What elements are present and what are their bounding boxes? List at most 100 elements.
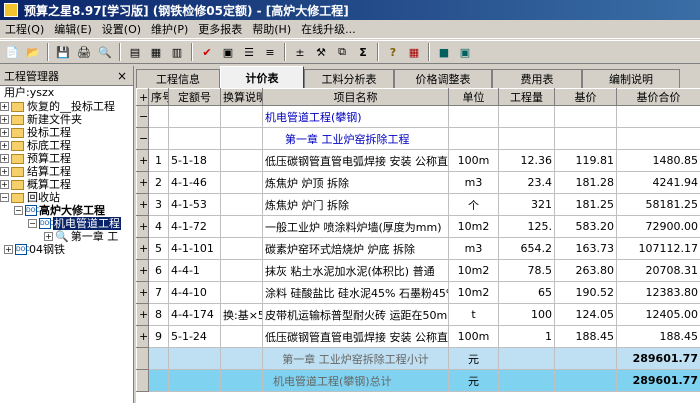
tab-notes[interactable]: 编制说明 [582,69,680,88]
doc-icon: DOC [15,244,30,255]
expand-icon[interactable]: + [0,154,9,163]
collapse-icon[interactable]: − [14,206,23,215]
doc-icon: DOC [25,205,40,216]
tree-item-recycle[interactable]: − 回收站 [0,191,133,204]
col-qty[interactable]: 工程量 [498,88,555,106]
tab-fees[interactable]: 费用表 [492,69,582,88]
check-icon[interactable]: ✔ [198,43,216,61]
subtotal-unit: 元 [448,347,499,370]
menu-bar: 工程(Q) 编辑(E) 设置(O) 维护(P) 更多报表 帮助(H) 在线升级.… [0,20,700,39]
grand-total-row[interactable]: 机电管道工程(攀钢)总计 元 289601.77 [136,369,700,392]
menu-help[interactable]: 帮助(H) [247,21,296,37]
list-icon[interactable]: ☰ [240,43,258,61]
expand-icon[interactable]: + [44,232,53,241]
tree-item-chapter[interactable]: + 🔍 第一章 工 [0,230,133,243]
col-unit[interactable]: 单位 [448,88,499,106]
table-row[interactable]: +84-4-174换:基×5皮带机运输标普型耐火砖 运距在50m以内t10012… [136,303,700,326]
window-title: 预算之星8.97[学习版] (钢铁检修05定额) - [高炉大修工程] [24,3,349,18]
tab-project-info[interactable]: 工程信息 [136,69,220,88]
col-seq[interactable]: 序号 [148,88,169,106]
table-row[interactable]: +74-4-10涂料 硅酸盐比 硅水泥45% 石墨粉45% 石10m265190… [136,281,700,304]
col-total[interactable]: 基价合价 [616,88,700,106]
tree-item-project[interactable]: − DOC 高炉大修工程 [0,204,133,217]
tree-item-recovered[interactable]: + 恢复的__投标工程 [0,100,133,113]
table-row[interactable]: +3 4-1-53 炼焦炉 炉门 拆除个 321 181.25 58181.25 [136,193,700,216]
exit-icon[interactable]: ▣ [456,43,474,61]
tree-item-new-folder[interactable]: + 新建文件夹 [0,113,133,126]
collapse-icon[interactable]: − [28,219,37,228]
folder-icon [11,114,24,125]
app-icon [4,3,18,17]
folder-icon [11,192,24,203]
tab-material-analysis[interactable]: 工料分析表 [304,69,394,88]
tree-item-subproject[interactable]: − DOC 机电管道工程 [0,217,133,230]
menu-maintain[interactable]: 维护(P) [146,21,193,37]
folder-icon [11,166,24,177]
expand-icon[interactable]: + [0,102,9,111]
col-code[interactable]: 定额号 [168,88,221,106]
corner-cell[interactable]: + [136,88,149,106]
save-icon[interactable]: 💾 [54,43,72,61]
expand-icon[interactable]: + [4,245,13,254]
close-icon[interactable]: × [115,69,129,83]
section-row-title[interactable]: − 机电管道工程(攀钢) [136,105,700,128]
open-folder-icon[interactable]: 📂 [24,43,42,61]
menu-more-reports[interactable]: 更多报表 [193,21,247,37]
tree-item-base[interactable]: + 标底工程 [0,139,133,152]
tools-icon[interactable]: ⚒ [312,43,330,61]
table-row[interactable]: +4 4-1-72 一般工业炉 喷涂料炉墙(厚度为mm) 10m2 125. 583.20… [136,215,700,238]
table-row[interactable]: +1 5-1-18 低压碳钢管直管电弧焊接 安装 公称直 100m 12.36 119.8… [136,149,700,172]
table-row[interactable]: +9 5-1-24 低压碳钢管直管电弧焊接 安装 公称直 100m 1 188.45 188… [136,325,700,348]
row-marker[interactable]: − [136,127,149,150]
menu-online-upgrade[interactable]: 在线升级... [296,21,361,37]
new-project-icon[interactable]: 📄 [3,43,21,61]
print-icon[interactable]: 🖨 [75,43,93,61]
col-name[interactable]: 项目名称 [262,88,449,106]
preview-icon[interactable]: 🔍 [96,43,114,61]
form-icon[interactable]: ▣ [219,43,237,61]
help-icon[interactable]: ? [384,43,402,61]
expand-icon[interactable]: + [0,115,9,124]
report-icon[interactable]: ▥ [168,43,186,61]
pricing-grid: + 序号 定额号 换算说明 项目名称 单位 工程量 基价 基价合价 − 机电管道… [136,88,700,403]
subtotal-row[interactable]: 第一章 工业炉窑拆除工程小计 元 289601.77 [136,347,700,370]
folder-icon [11,101,24,112]
section-title[interactable]: 机电管道工程(攀钢) [262,105,449,128]
menu-settings[interactable]: 设置(O) [97,21,146,37]
tree-item-steel[interactable]: + DOC 04钢铁 [0,243,133,256]
grid-icon[interactable]: ▦ [405,43,423,61]
expand-icon[interactable]: + [0,128,9,137]
expand-icon[interactable]: + [0,141,9,150]
section-row-chapter[interactable]: − 第一章 工业炉窑拆除工程 [136,127,700,150]
copy-icon[interactable]: ⧉ [333,43,351,61]
toolbar: 📄 📂 💾 🖨 🔍 ▤ ▦ ▥ ✔ ▣ ☰ ≡ ± ⚒ ⧉ Σ ? ▦ ■ ▣ [0,40,700,64]
chapter-title[interactable]: 第一章 工业炉窑拆除工程 [262,127,449,150]
database-icon[interactable]: ▦ [147,43,165,61]
expand-icon[interactable]: + [0,180,9,189]
calc-icon[interactable]: ± [291,43,309,61]
grand-total-label: 机电管道工程(攀钢)总计 [262,369,449,392]
window-icon[interactable]: ■ [435,43,453,61]
tree-item-budget[interactable]: + 预算工程 [0,152,133,165]
col-price[interactable]: 基价 [554,88,617,106]
tree-item-bid[interactable]: + 投标工程 [0,126,133,139]
row-marker[interactable]: − [136,105,149,128]
tree-item-estimate[interactable]: + 概算工程 [0,178,133,191]
expand-icon[interactable]: + [0,167,9,176]
sum-icon[interactable]: Σ [354,43,372,61]
menu-project[interactable]: 工程(Q) [0,21,49,37]
lines-icon[interactable]: ≡ [261,43,279,61]
col-note[interactable]: 换算说明 [220,88,263,106]
table-row[interactable]: +2 4-1-46 炼焦炉 炉顶 拆除 m3 23.4 181.28 4241.94 [136,171,700,194]
header-row: + 序号 定额号 换算说明 项目名称 单位 工程量 基价 基价合价 [136,88,700,106]
collapse-icon[interactable]: − [0,193,9,202]
folder-icon [11,127,24,138]
tree-item-settlement[interactable]: + 结算工程 [0,165,133,178]
title-bar: 预算之星8.97[学习版] (钢铁检修05定额) - [高炉大修工程] [0,0,700,20]
library-icon[interactable]: ▤ [126,43,144,61]
table-row[interactable]: +5 4-1-101 碳素炉窑环式焙烧炉 炉底 拆除 m3 654.2 163.73 107… [136,237,700,260]
tab-price-adjust[interactable]: 价格调整表 [394,69,492,88]
tab-pricing[interactable]: 计价表 [220,66,304,88]
table-row[interactable]: +6 4-4-1 抹灰 粘土水泥加水泥(体积比) 普通 10m2 78.5 263.80 2… [136,259,700,282]
menu-edit[interactable]: 编辑(E) [49,21,97,37]
